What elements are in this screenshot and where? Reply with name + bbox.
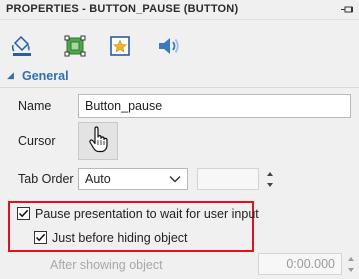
spin-up-icon[interactable] bbox=[345, 253, 357, 263]
taborder-label: Tab Order bbox=[18, 172, 74, 186]
checkmark-icon bbox=[18, 209, 29, 218]
star-frame-icon[interactable] bbox=[107, 34, 133, 58]
spin-up-icon[interactable] bbox=[264, 168, 276, 178]
spin-down-icon[interactable] bbox=[264, 179, 276, 189]
before-hiding-checkbox[interactable] bbox=[34, 231, 47, 244]
after-showing-label: After showing object bbox=[50, 258, 163, 272]
hand-cursor-icon bbox=[89, 126, 108, 153]
speaker-icon[interactable] bbox=[156, 34, 182, 58]
section-divider bbox=[0, 87, 359, 88]
checkmark-icon bbox=[35, 233, 46, 242]
panel-title-bar: PROPERTIES - BUTTON_PAUSE (BUTTON) bbox=[0, 0, 359, 20]
section-title: General bbox=[22, 69, 69, 83]
name-field[interactable] bbox=[78, 94, 351, 118]
cursor-picker[interactable] bbox=[78, 122, 118, 160]
panel-title: PROPERTIES - BUTTON_PAUSE (BUTTON) bbox=[6, 3, 239, 15]
properties-toolbar bbox=[0, 28, 359, 68]
taborder-number-field[interactable] bbox=[197, 168, 259, 190]
transform-icon[interactable] bbox=[62, 34, 88, 58]
pause-presentation-checkbox[interactable] bbox=[17, 207, 30, 220]
taborder-selected-value: Auto bbox=[85, 172, 111, 186]
taborder-dropdown[interactable]: Auto bbox=[78, 168, 188, 190]
after-showing-time-field[interactable]: 0:00.000 bbox=[258, 253, 342, 275]
section-header-general[interactable]: ◢ General bbox=[0, 68, 359, 88]
after-showing-time-value: 0:00.000 bbox=[286, 257, 335, 271]
before-hiding-label[interactable]: Just before hiding object bbox=[52, 231, 188, 245]
paint-bucket-icon[interactable] bbox=[10, 34, 36, 58]
chevron-down-icon bbox=[169, 176, 181, 183]
cursor-label: Cursor bbox=[18, 134, 56, 148]
spin-down-icon[interactable] bbox=[345, 264, 357, 274]
collapse-triangle-icon[interactable]: ◢ bbox=[7, 70, 14, 81]
name-label: Name bbox=[18, 99, 52, 113]
pause-presentation-label[interactable]: Pause presentation to wait for user inpu… bbox=[35, 207, 259, 221]
pin-icon[interactable] bbox=[340, 2, 356, 18]
